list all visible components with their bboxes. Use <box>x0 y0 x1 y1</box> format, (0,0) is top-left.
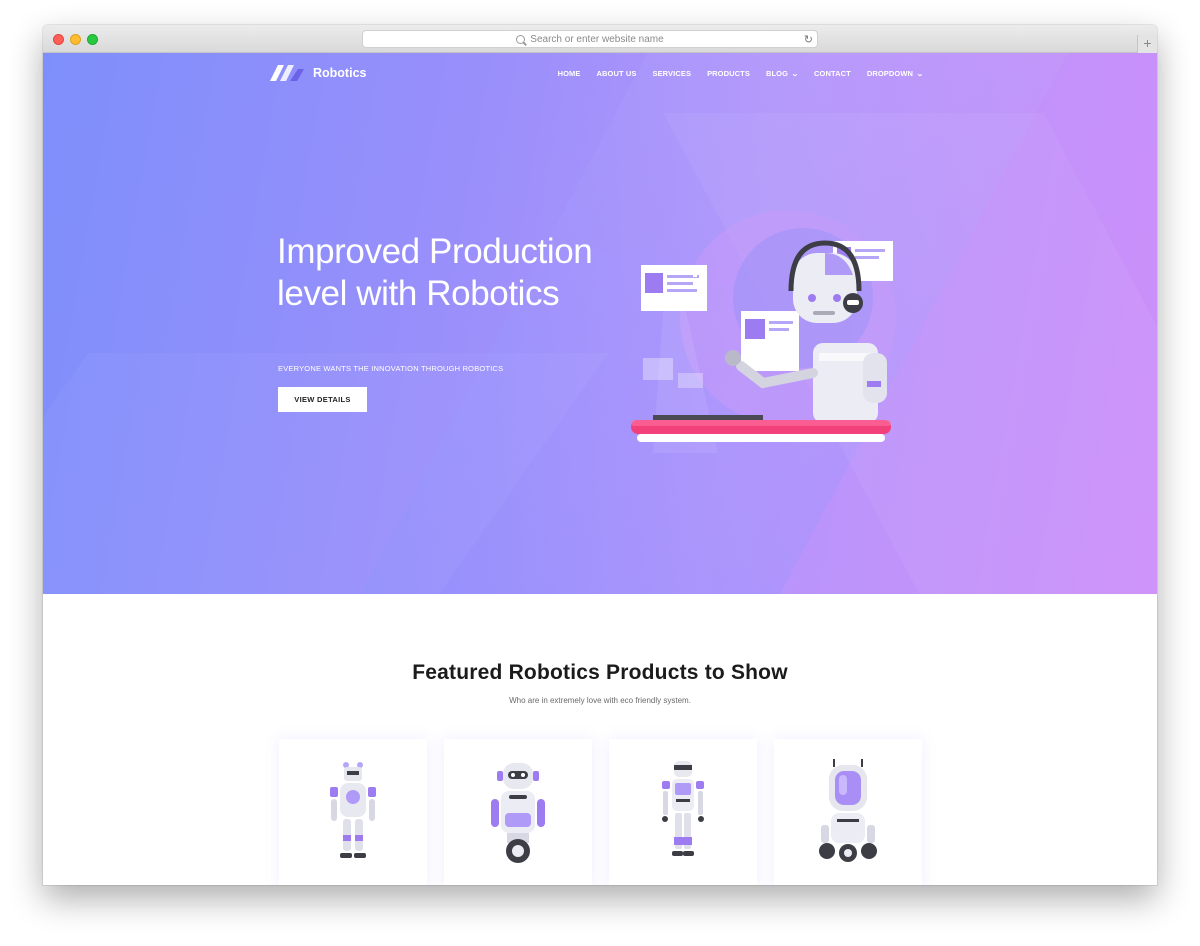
nav-item-home[interactable]: HOME <box>558 69 581 78</box>
address-bar[interactable]: Search or enter website name ↻ <box>362 30 818 48</box>
nav-label: SERVICES <box>652 69 692 78</box>
zoom-window-button[interactable] <box>87 34 98 45</box>
nav-item-dropdown[interactable]: DROPDOWN ⌄ <box>866 69 924 78</box>
minimize-window-button[interactable] <box>70 34 81 45</box>
close-window-button[interactable] <box>53 34 64 45</box>
chevron-down-icon: ⌄ <box>916 70 924 78</box>
product-card[interactable] <box>444 739 592 885</box>
product-card[interactable] <box>279 739 427 885</box>
nav-label: PRODUCTS <box>707 69 750 78</box>
nav-item-products[interactable]: PRODUCTS <box>707 69 750 78</box>
chevron-down-icon: ⌄ <box>791 70 799 78</box>
nav-label: BLOG <box>765 69 789 78</box>
nav-item-blog[interactable]: BLOG ⌄ <box>765 69 799 78</box>
browser-window: Search or enter website name ↻ + Robotic… <box>43 25 1157 885</box>
brand-name: Robotics <box>313 66 367 80</box>
nav-item-contact[interactable]: CONTACT <box>814 69 851 78</box>
address-placeholder: Search or enter website name <box>530 33 664 45</box>
robot-support-illustration <box>631 210 896 453</box>
nav-label: HOME <box>557 69 581 78</box>
hero-subheadline: EVERYONE WANTS THE INNOVATION THROUGH RO… <box>278 364 504 373</box>
new-tab-button[interactable]: + <box>1137 35 1157 53</box>
pod-robot-image <box>819 759 877 862</box>
reload-icon[interactable]: ↻ <box>804 33 813 46</box>
product-card[interactable] <box>609 739 757 885</box>
main-nav: HOME ABOUT US SERVICES PRODUCTS BLOG ⌄ CO… <box>558 69 924 78</box>
nav-label: CONTACT <box>814 69 851 78</box>
logo-icon <box>270 65 304 81</box>
view-details-button[interactable]: VIEW DETAILS <box>278 387 367 412</box>
brand-logo[interactable]: Robotics <box>270 63 366 83</box>
featured-section-subtitle: Who are in extremely love with eco frien… <box>509 696 691 705</box>
nav-item-about-us[interactable]: ABOUT US <box>597 69 637 78</box>
browser-titlebar: Search or enter website name ↻ + <box>43 25 1157 53</box>
product-card[interactable] <box>774 739 922 885</box>
slim-robot-image <box>662 761 704 856</box>
search-icon <box>516 34 526 44</box>
nav-label: DROPDOWN <box>866 69 914 78</box>
hero-headline: Improved Production level with Robotics <box>277 232 593 313</box>
product-cards <box>279 739 922 885</box>
wheeled-robot-image <box>491 763 545 863</box>
nav-item-services[interactable]: SERVICES <box>652 69 691 78</box>
featured-section-title: Featured Robotics Products to Show <box>412 661 788 684</box>
nav-label: ABOUT US <box>596 69 637 78</box>
humanoid-robot-image <box>330 762 376 858</box>
hero-section: Robotics HOME ABOUT US SERVICES PRODUCTS… <box>43 53 1157 594</box>
